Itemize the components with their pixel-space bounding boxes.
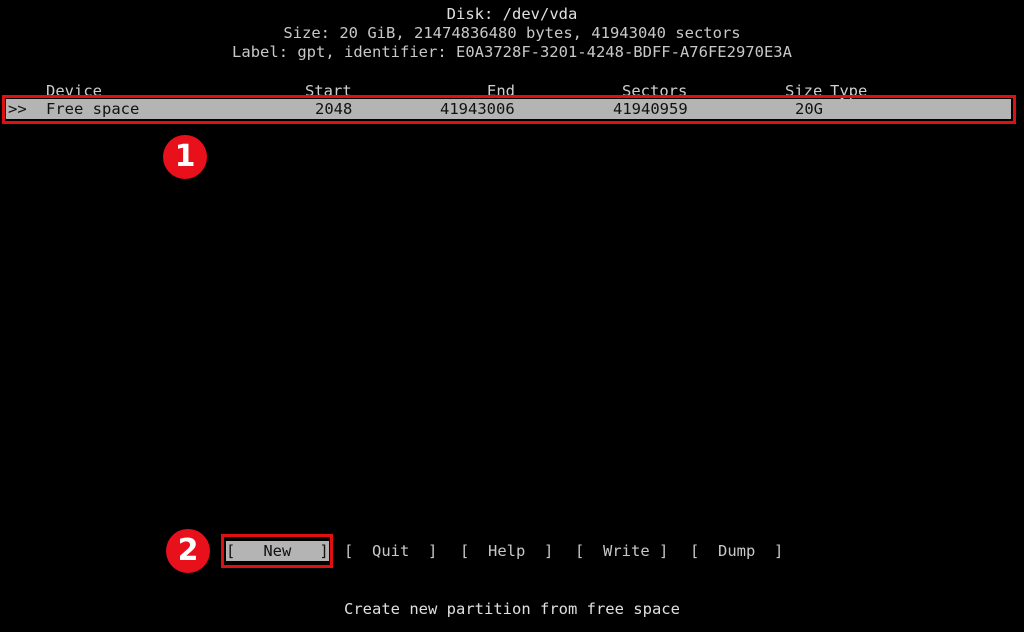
- quit-button[interactable]: [ Quit ]: [344, 541, 437, 561]
- help-button[interactable]: [ Help ]: [460, 541, 553, 561]
- dump-button[interactable]: [ Dump ]: [690, 541, 783, 561]
- annotation-highlight-row: [2, 95, 1016, 124]
- annotation-highlight-new: [221, 534, 333, 568]
- annotation-badge-1: 1: [163, 135, 207, 179]
- disk-title: Disk: /dev/vda: [446, 5, 578, 23]
- write-button[interactable]: [ Write ]: [575, 541, 668, 561]
- disk-label-info: Label: gpt, identifier: E0A3728F-3201-42…: [232, 43, 792, 61]
- hint-text: Create new partition from free space: [344, 600, 680, 618]
- annotation-badge-2: 2: [166, 529, 210, 573]
- disk-size-info: Size: 20 GiB, 21474836480 bytes, 4194304…: [283, 24, 741, 42]
